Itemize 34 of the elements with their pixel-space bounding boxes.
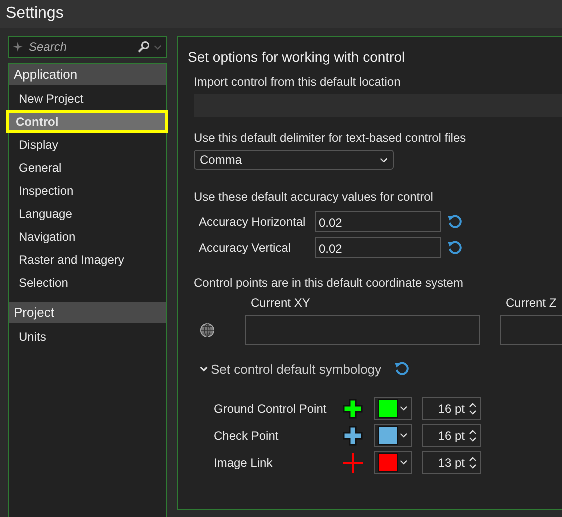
field-label: Accuracy Vertical (199, 240, 292, 254)
sidebar-item[interactable]: Display (9, 133, 166, 156)
sidebar-item[interactable]: New Project (9, 87, 166, 110)
field-label: Use this default delimiter for text-based control files (194, 131, 468, 145)
field-label: Use these default accuracy values for control (194, 190, 434, 204)
field-label: Check Point (214, 428, 280, 442)
group-label: Project (14, 305, 54, 320)
section-toggle[interactable]: Set control default symbology (200, 362, 382, 376)
sidebar-item[interactable]: Control (6, 110, 168, 133)
size-spinner[interactable]: 16 pt (422, 397, 481, 420)
field-label: Current Z (505, 296, 558, 310)
field-label: Accuracy Horizontal (199, 214, 307, 228)
search-field[interactable]: Search (8, 36, 167, 58)
field-label: Image Link (214, 456, 274, 470)
search-field[interactable]: Search (27, 39, 134, 55)
sidebar-item[interactable]: Language (9, 202, 166, 225)
sidebar-item[interactable]: Navigation (9, 225, 166, 248)
accuracy-field[interactable]: 0.02 (315, 211, 441, 232)
sidebar-item[interactable]: Selection (9, 271, 166, 294)
size-spinner[interactable]: 16 pt (422, 424, 481, 447)
field-label: Current XY (250, 296, 312, 310)
field-label: Import control from this default location (194, 75, 402, 89)
sidebar-item[interactable]: Inspection (9, 179, 166, 202)
field-label: Control points are in this default coordinate system (194, 276, 464, 290)
group-label: Application (14, 67, 78, 82)
accuracy-field[interactable]: 0.02 (315, 237, 441, 258)
field-label: Ground Control Point (214, 402, 328, 416)
size-spinner[interactable]: 13 pt (422, 451, 481, 474)
window-title: Settings (6, 5, 64, 23)
sidebar-item[interactable]: Units (9, 325, 166, 348)
sidebar-item[interactable]: General (9, 156, 166, 179)
sidebar-item[interactable]: Raster and Imagery (9, 248, 166, 271)
panel-heading: Set options for working with control (188, 49, 406, 65)
delimiter-dropdown[interactable]: Comma (194, 150, 394, 170)
